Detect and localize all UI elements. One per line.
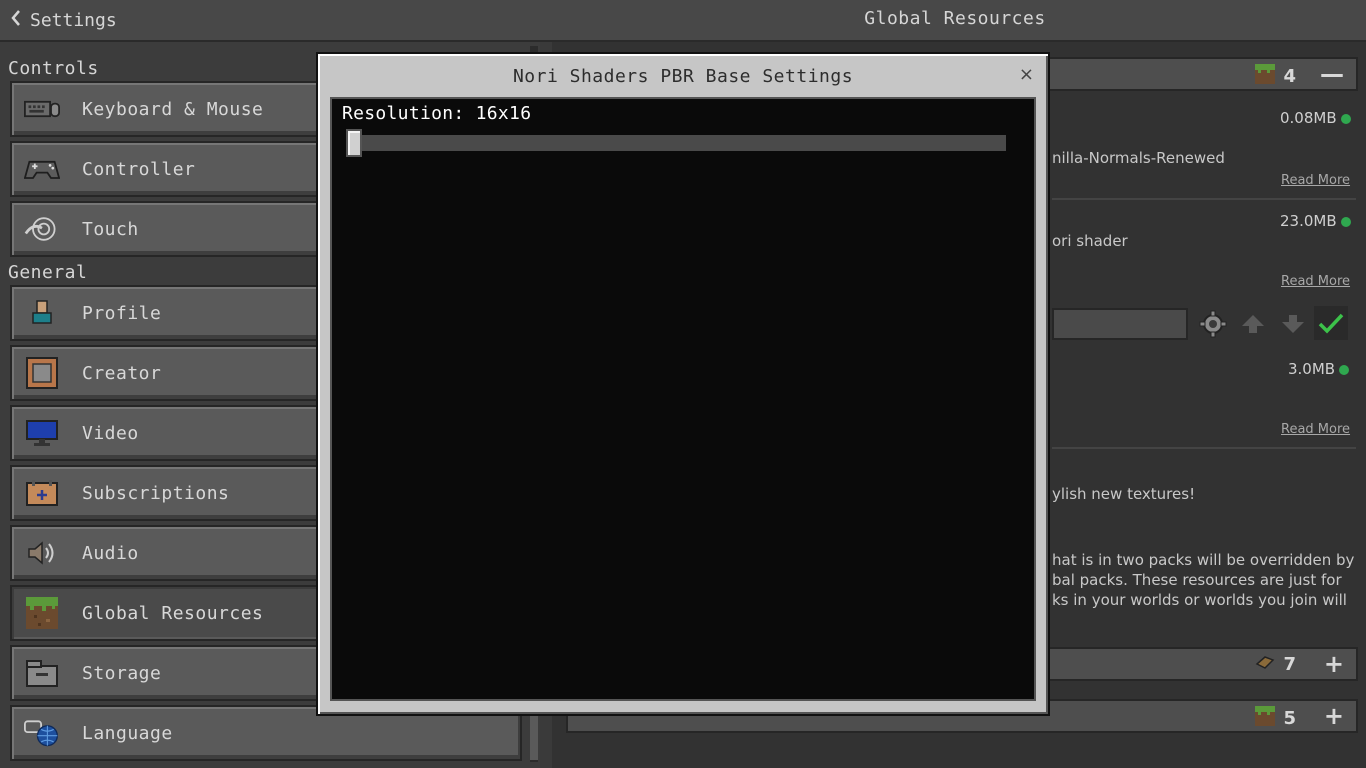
pack-size: 3.0MB <box>1288 360 1350 378</box>
info-text: hat is in two packs will be overridden b… <box>1052 551 1355 569</box>
page-title: Global Resources <box>864 8 1046 29</box>
status-dot <box>1339 364 1350 375</box>
sidebar-item-label: Video <box>82 422 139 444</box>
resolution-slider-thumb[interactable] <box>346 129 362 157</box>
active-pack-count: 4 <box>1283 66 1296 87</box>
controller-icon <box>24 151 60 187</box>
expand-button[interactable]: + <box>1324 703 1344 729</box>
sidebar-item-label: Audio <box>82 542 139 564</box>
storage-icon <box>24 655 60 691</box>
profile-icon <box>24 295 60 331</box>
pack-size: 0.08MB <box>1280 109 1351 127</box>
grass-block-icon <box>24 595 60 631</box>
resolution-slider-track[interactable] <box>360 135 1006 151</box>
book-icon <box>1255 654 1275 675</box>
touch-icon <box>24 211 60 247</box>
pack-settings-dialog: Nori Shaders PBR Base Settings × Resolut… <box>316 52 1050 716</box>
chevron-left-icon <box>10 9 22 32</box>
resolution-label: Resolution: 16x16 <box>342 103 532 124</box>
sidebar-item-label: Creator <box>82 362 162 384</box>
divider <box>1052 198 1356 200</box>
read-more-link[interactable]: Read More <box>1281 274 1350 289</box>
back-label: Settings <box>30 9 117 31</box>
checkmark-icon[interactable] <box>1314 306 1348 340</box>
collapse-button[interactable]: — <box>1320 61 1344 87</box>
dialog-body: Resolution: 16x16 <box>330 97 1036 701</box>
language-icon <box>24 715 60 751</box>
expand-button[interactable]: + <box>1324 651 1344 677</box>
info-text: ks in your worlds or worlds you join wil… <box>1052 591 1347 609</box>
sidebar-item-label: Profile <box>82 302 162 324</box>
read-more-link[interactable]: Read More <box>1281 422 1350 437</box>
sidebar-item-label: Keyboard & Mouse <box>82 98 264 120</box>
top-bar: Settings Global Resources <box>0 0 1366 42</box>
pack-name-field[interactable] <box>1052 308 1188 340</box>
info-text: ylish new textures! <box>1052 485 1196 503</box>
gear-icon[interactable] <box>1196 307 1230 341</box>
sidebar-item-label: Language <box>82 722 173 744</box>
subscriptions-icon <box>24 475 60 511</box>
move-down-icon[interactable] <box>1276 307 1310 341</box>
move-up-icon[interactable] <box>1236 307 1270 341</box>
dialog-title: Nori Shaders PBR Base Settings <box>512 66 854 87</box>
section-header-controls: Controls <box>8 58 99 79</box>
sidebar-item-label: Storage <box>82 662 162 684</box>
status-dot <box>1340 216 1351 227</box>
divider <box>1052 447 1356 449</box>
sidebar-item-label: Global Resources <box>82 602 264 624</box>
sidebar-item-label: Controller <box>82 158 196 180</box>
status-dot <box>1340 113 1351 124</box>
close-icon[interactable]: × <box>1019 64 1034 85</box>
video-icon <box>24 415 60 451</box>
section-header-general: General <box>8 262 88 283</box>
get-more-pack-count: 5 <box>1283 708 1296 729</box>
pack-description: nilla-Normals-Renewed <box>1052 149 1225 167</box>
info-text: bal packs. These resources are just for <box>1052 571 1342 589</box>
keyboard-icon <box>24 91 60 127</box>
back-button[interactable]: Settings <box>10 6 117 34</box>
grass-block-icon <box>1255 706 1276 731</box>
available-pack-count: 7 <box>1283 654 1296 675</box>
sidebar-item-label: Touch <box>82 218 139 240</box>
audio-icon <box>24 535 60 571</box>
pack-size: 23.0MB <box>1280 212 1351 230</box>
read-more-link[interactable]: Read More <box>1281 173 1350 188</box>
sidebar-item-label: Subscriptions <box>82 482 230 504</box>
grass-block-icon <box>1255 64 1276 89</box>
creator-icon <box>24 355 60 391</box>
pack-description: ori shader <box>1052 232 1128 250</box>
